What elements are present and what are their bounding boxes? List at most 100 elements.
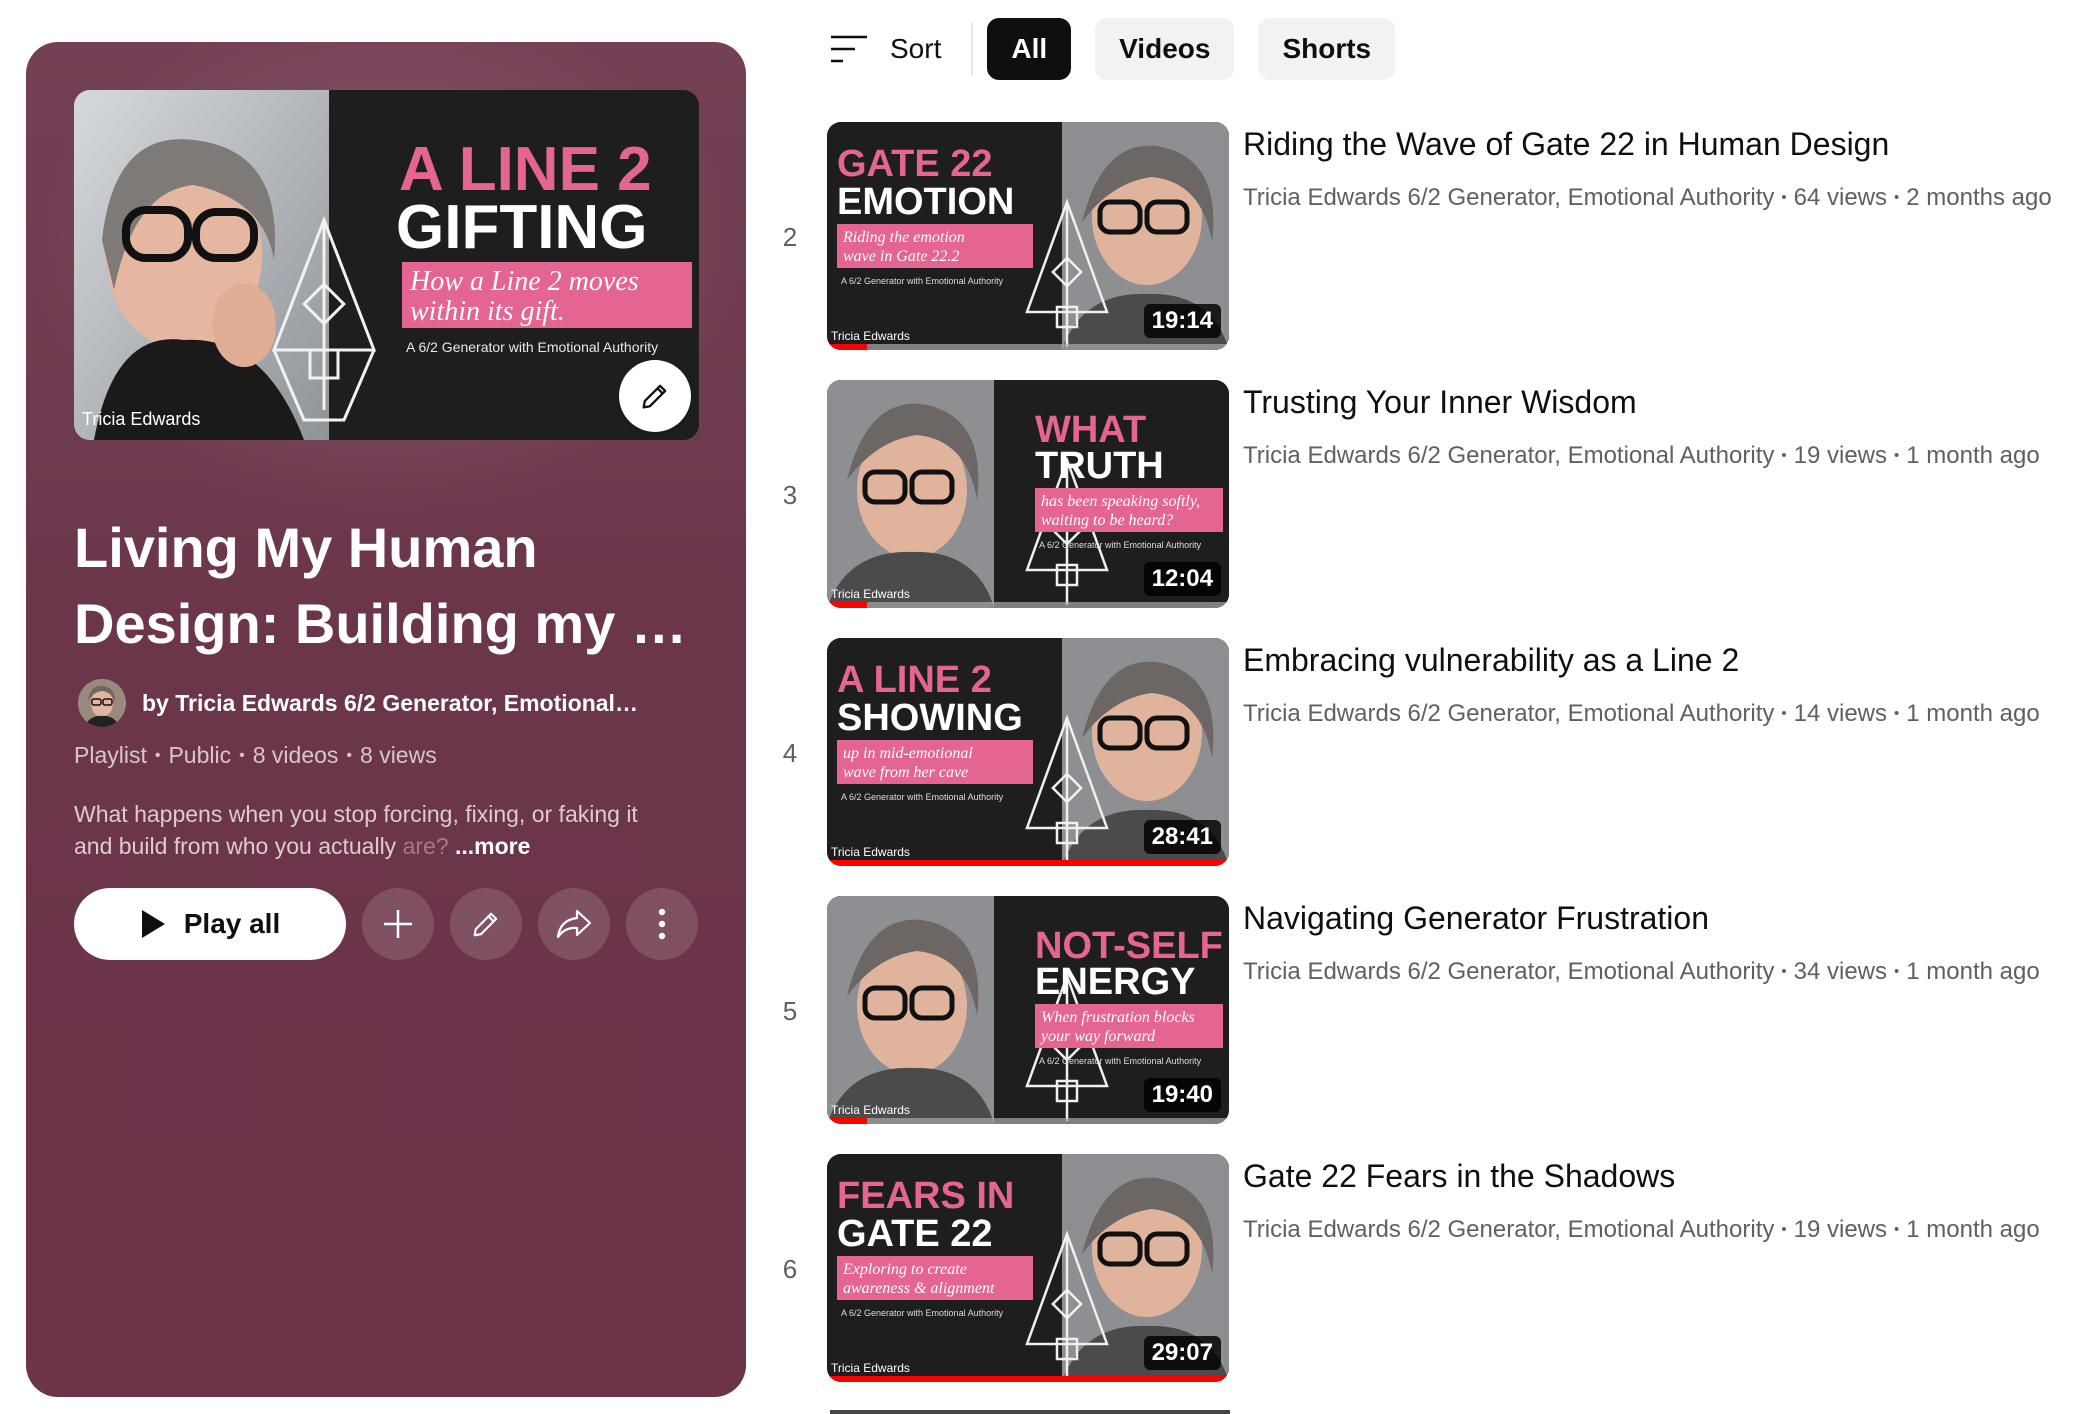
- thumb-watermark: Tricia Edwards: [831, 1103, 910, 1117]
- thumb-headline-2: EMOTION: [837, 181, 1014, 223]
- meta-view-count: 8 views: [360, 742, 437, 768]
- share-icon: [556, 909, 592, 939]
- upload-age: 1 month ago: [1906, 958, 2040, 985]
- thumb-tagline-1: When frustration blocks: [1041, 1009, 1195, 1026]
- sort-icon: [831, 35, 867, 63]
- playlist-title[interactable]: Living My Human Design: Building my …: [74, 510, 694, 662]
- description-fade: are?: [402, 833, 449, 859]
- thumb-tagline-2: waiting to be heard?: [1041, 512, 1173, 529]
- avatar[interactable]: [78, 679, 126, 727]
- plus-icon: [384, 910, 412, 938]
- thumb-tagline-2: wave in Gate 22.2: [843, 248, 959, 265]
- play-all-button[interactable]: Play all: [74, 888, 346, 960]
- video-thumbnail[interactable]: FEARS IN GATE 22 Exploring to create awa…: [827, 1154, 1229, 1382]
- progress-fill: [827, 1118, 868, 1124]
- next-row-edge: [830, 1410, 1230, 1414]
- video-meta: Tricia Edwards 6/2 Generator, Emotional …: [1243, 184, 2052, 211]
- upload-age: 1 month ago: [1906, 442, 2040, 469]
- video-thumbnail[interactable]: NOT-SELF ENERGY When frustration blocks …: [827, 896, 1229, 1124]
- upload-age: 1 month ago: [1906, 1216, 2040, 1243]
- chip-all[interactable]: All: [987, 18, 1072, 80]
- thumb-headline-2: SHOWING: [837, 697, 1023, 739]
- edit-playlist-button[interactable]: [450, 888, 522, 960]
- video-title[interactable]: Navigating Generator Frustration: [1243, 896, 1709, 940]
- chip-videos[interactable]: Videos: [1095, 18, 1235, 80]
- description-line-1: What happens when you stop forcing, fixi…: [74, 801, 638, 827]
- video-index: 4: [782, 738, 798, 768]
- playlist-owner[interactable]: by Tricia Edwards 6/2 Generator, Emotion…: [78, 678, 638, 728]
- thumb-headline-2: GATE 22: [837, 1213, 993, 1255]
- video-index: 6: [782, 1254, 798, 1284]
- upload-age: 1 month ago: [1906, 700, 2040, 727]
- thumb-tagline-1: up in mid-emotional: [843, 745, 973, 762]
- video-row[interactable]: 4 A LINE 2 SHOWING up in mid-emotional w…: [770, 638, 2070, 866]
- pencil-icon: [642, 384, 667, 409]
- thumb-tagline-2: awareness & alignment: [843, 1280, 995, 1297]
- playlist-thumbnail[interactable]: Tricia Edwards A LINE 2 GIFTING How a Li…: [74, 90, 699, 440]
- thumbnail-headline-2: GIFTING: [396, 193, 647, 262]
- view-count: 19 views: [1793, 1216, 1888, 1243]
- channel-name[interactable]: Tricia Edwards 6/2 Generator, Emotional …: [1243, 1216, 1774, 1243]
- video-thumbnail[interactable]: A LINE 2 SHOWING up in mid-emotional wav…: [827, 638, 1229, 866]
- duration-badge: 19:40: [1143, 1078, 1221, 1112]
- progress-track: [827, 1118, 1229, 1124]
- thumbnail-subline: A 6/2 Generator with Emotional Authority: [406, 339, 658, 355]
- thumb-watermark: Tricia Edwards: [831, 845, 910, 859]
- more-actions-button[interactable]: [626, 888, 698, 960]
- thumb-tagline-1: has been speaking softly,: [1041, 493, 1200, 510]
- playlist-description[interactable]: What happens when you stop forcing, fixi…: [74, 798, 694, 862]
- progress-fill: [827, 860, 1229, 866]
- video-row[interactable]: 6 FEARS IN GATE 22 Exploring to create a…: [770, 1154, 2070, 1382]
- chip-shorts[interactable]: Shorts: [1258, 18, 1396, 80]
- thumb-subline: A 6/2 Generator with Emotional Authority: [841, 792, 1004, 802]
- video-row[interactable]: 5 NOT-SELF ENERGY When frustration block…: [770, 896, 2070, 1124]
- channel-name[interactable]: Tricia Edwards 6/2 Generator, Emotional …: [1243, 958, 1774, 985]
- thumb-tagline-1: Exploring to create: [842, 1261, 967, 1278]
- meta-type: Playlist: [74, 742, 147, 768]
- playlist-title-line-1: Living My Human: [74, 516, 538, 579]
- channel-name[interactable]: Tricia Edwards 6/2 Generator, Emotional …: [1243, 442, 1774, 469]
- video-row[interactable]: 3 WHAT TRUTH has been speaking softly, w…: [770, 380, 2070, 608]
- thumbnail-tagline-2: within its gift.: [410, 296, 565, 327]
- thumb-watermark: Tricia Edwards: [831, 1361, 910, 1375]
- owner-name[interactable]: by Tricia Edwards 6/2 Generator, Emotion…: [142, 690, 638, 717]
- progress-fill: [827, 344, 868, 350]
- thumb-tagline-1: Riding the emotion: [842, 229, 965, 246]
- video-thumbnail[interactable]: WHAT TRUTH has been speaking softly, wai…: [827, 380, 1229, 608]
- playlist-meta: Playlist • Public • 8 videos • 8 views: [74, 742, 437, 768]
- sort-button[interactable]: Sort: [830, 33, 941, 65]
- thumb-subline: A 6/2 Generator with Emotional Authority: [841, 276, 1004, 286]
- thumb-headline-1: GATE 22: [837, 143, 993, 185]
- channel-name[interactable]: Tricia Edwards 6/2 Generator, Emotional …: [1243, 700, 1774, 727]
- thumb-headline-2: ENERGY: [1035, 961, 1195, 1003]
- meta-privacy[interactable]: Public: [168, 742, 231, 768]
- video-thumbnail[interactable]: GATE 22 EMOTION Riding the emotion wave …: [827, 122, 1229, 350]
- thumb-subline: A 6/2 Generator with Emotional Authority: [1039, 1056, 1202, 1066]
- video-title[interactable]: Embracing vulnerability as a Line 2: [1243, 638, 1739, 682]
- playlist-actions: Play all: [74, 888, 714, 960]
- more-link[interactable]: ...more: [455, 833, 530, 859]
- add-to-playlist-button[interactable]: [362, 888, 434, 960]
- play-icon: [141, 910, 165, 938]
- playlist-title-line-2: Design: Building my …: [74, 592, 687, 655]
- duration-badge: 12:04: [1143, 562, 1221, 596]
- thumb-subline: A 6/2 Generator with Emotional Authority: [1039, 540, 1202, 550]
- thumb-subline: A 6/2 Generator with Emotional Authority: [841, 1308, 1004, 1318]
- avatar-image: [78, 679, 126, 727]
- video-title[interactable]: Trusting Your Inner Wisdom: [1243, 380, 1637, 424]
- thumb-tagline-2: your way forward: [1039, 1028, 1156, 1045]
- edit-thumbnail-button[interactable]: [619, 360, 691, 432]
- duration-badge: 29:07: [1143, 1336, 1221, 1370]
- video-meta: Tricia Edwards 6/2 Generator, Emotional …: [1243, 442, 2040, 469]
- thumbnail-watermark: Tricia Edwards: [82, 409, 200, 429]
- view-count: 64 views: [1793, 184, 1888, 211]
- video-row[interactable]: 2 GATE 22 EMOTION Riding the emotion wav…: [770, 122, 2070, 350]
- channel-name[interactable]: Tricia Edwards 6/2 Generator, Emotional …: [1243, 184, 1774, 211]
- progress-fill: [827, 602, 868, 608]
- video-title[interactable]: Riding the Wave of Gate 22 in Human Desi…: [1243, 122, 1889, 166]
- thumb-headline-1: FEARS IN: [837, 1175, 1014, 1217]
- description-line-2: and build from who you actually: [74, 833, 403, 859]
- share-button[interactable]: [538, 888, 610, 960]
- view-count: 19 views: [1793, 442, 1888, 469]
- video-title[interactable]: Gate 22 Fears in the Shadows: [1243, 1154, 1675, 1198]
